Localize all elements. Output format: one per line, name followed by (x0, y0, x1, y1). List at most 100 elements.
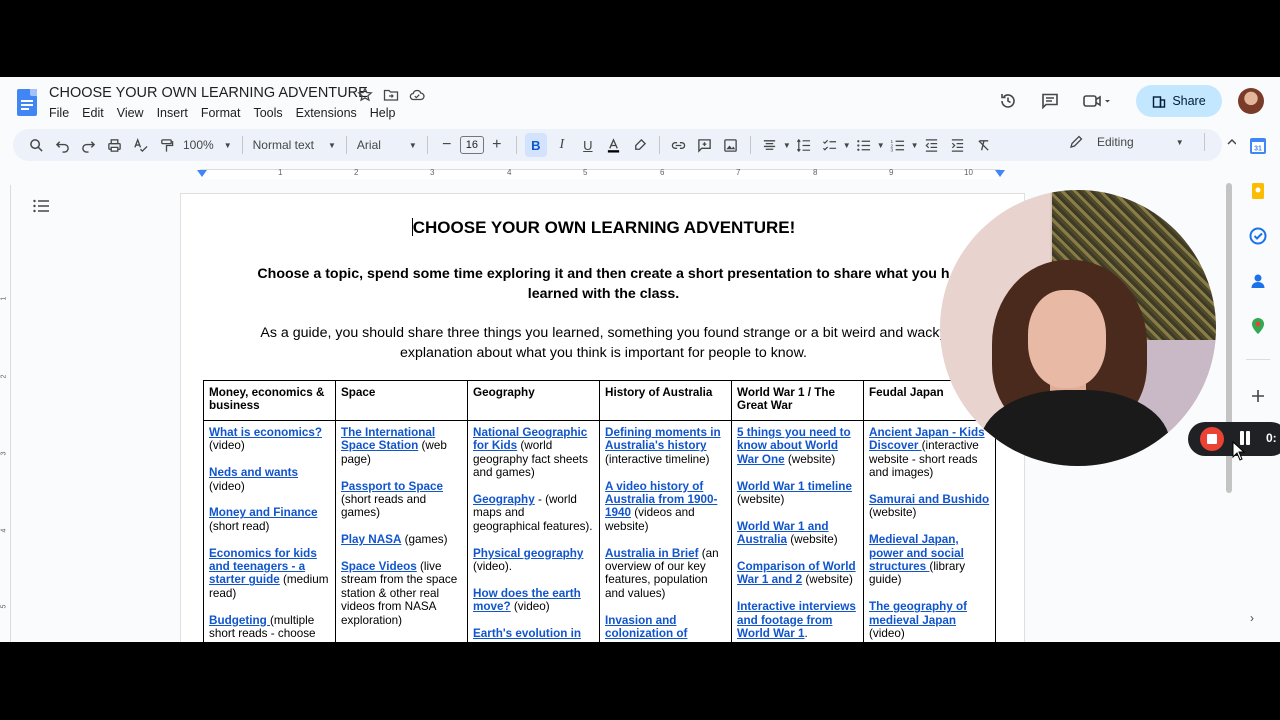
editing-mode-select[interactable]: Editing ▼ (1069, 133, 1239, 151)
stop-recording-button[interactable] (1200, 427, 1224, 451)
resource-link[interactable]: Neds and wants (209, 466, 298, 479)
bulleted-list-icon[interactable] (853, 133, 875, 157)
cloud-saved-icon[interactable] (409, 87, 425, 103)
meet-icon[interactable] (1082, 91, 1112, 111)
avatar[interactable] (1238, 88, 1264, 114)
horizontal-ruler[interactable]: 1 2 3 4 5 6 7 8 9 10 (180, 168, 1025, 179)
insert-link-icon[interactable] (668, 133, 690, 157)
line-spacing-icon[interactable] (793, 133, 815, 157)
font-select[interactable]: Arial ▼ (353, 138, 421, 152)
table-cell-money[interactable]: What is economics? (video) Neds and want… (203, 420, 336, 642)
chevron-down-icon[interactable]: ▼ (911, 141, 919, 150)
resource-link[interactable]: Money and Finance (209, 506, 317, 519)
search-menus-icon[interactable] (25, 133, 47, 157)
insert-image-icon[interactable] (720, 133, 742, 157)
comments-icon[interactable] (1040, 91, 1060, 111)
intro-bold-paragraph[interactable]: Choose a topic, spend some time explorin… (211, 264, 996, 304)
menu-edit[interactable]: Edit (82, 106, 104, 120)
numbered-list-icon[interactable]: 123 (887, 133, 909, 157)
menu-tools[interactable]: Tools (253, 106, 282, 120)
intro-paragraph[interactable]: As a guide, you should share three thing… (211, 323, 996, 363)
chevron-down-icon[interactable]: ▼ (783, 141, 791, 150)
zoom-select[interactable]: 100% ▼ (179, 138, 236, 152)
table-cell-japan[interactable]: Ancient Japan - Kids Discover (interacti… (863, 420, 996, 642)
underline-button[interactable]: U (577, 133, 599, 157)
maps-icon[interactable] (1249, 317, 1267, 335)
title-icons (357, 86, 425, 103)
menu-help[interactable]: Help (370, 106, 396, 120)
table-header[interactable]: Geography (467, 380, 600, 421)
docs-logo-icon[interactable] (17, 89, 37, 116)
decrease-indent-icon[interactable] (921, 133, 943, 157)
right-indent-marker-icon[interactable] (995, 170, 1005, 178)
resource-link[interactable]: Budgeting (209, 614, 270, 627)
calendar-icon[interactable]: 31 (1249, 137, 1267, 155)
undo-icon[interactable] (51, 133, 73, 157)
share-button[interactable]: Share (1136, 85, 1222, 117)
topics-table[interactable]: Money, economics & business Space Geogra… (203, 380, 996, 642)
bold-button[interactable]: B (524, 133, 547, 157)
table-cell-history[interactable]: Defining moments in Australia's history … (599, 420, 732, 642)
star-icon[interactable] (357, 86, 373, 103)
keep-icon[interactable] (1249, 182, 1267, 200)
resource-link[interactable]: Interactive interviews and footage from … (737, 600, 856, 640)
resource-link[interactable]: Geography (473, 493, 535, 506)
document-title[interactable]: CHOOSE YOUR OWN LEARNING ADVENTURE (49, 85, 368, 101)
resource-link[interactable]: The geography of medieval Japan (869, 600, 967, 626)
document-outline-icon[interactable] (33, 199, 49, 213)
resource-link[interactable]: Defining moments in Australia's history (605, 426, 721, 452)
resource-link[interactable]: World War 1 timeline (737, 480, 852, 493)
resource-link[interactable]: Play NASA (341, 533, 401, 546)
menu-file[interactable]: File (49, 106, 69, 120)
table-cell-geography[interactable]: National Geographic for Kids (world geog… (467, 420, 600, 642)
menu-view[interactable]: View (117, 106, 144, 120)
resource-link[interactable]: Space Videos (341, 560, 417, 573)
paint-format-icon[interactable] (155, 133, 177, 157)
table-header[interactable]: World War 1 / The Great War (731, 380, 864, 421)
resource-link[interactable]: What is economics? (209, 426, 322, 439)
tasks-icon[interactable] (1249, 227, 1267, 245)
font-size-input[interactable]: 16 (459, 136, 484, 154)
page-title[interactable]: CHOOSE YOUR OWN LEARNING ADVENTURE! (181, 218, 1026, 238)
version-history-icon[interactable] (998, 91, 1018, 111)
table-header[interactable]: Money, economics & business (203, 380, 336, 421)
increase-font-size-icon[interactable]: + (486, 133, 508, 157)
resource-link[interactable]: Invasion and colonization of (605, 614, 687, 640)
add-addon-icon[interactable] (1249, 387, 1267, 405)
webcam-bubble[interactable] (940, 190, 1216, 466)
table-cell-space[interactable]: The International Space Station (web pag… (335, 420, 468, 642)
table-header[interactable]: History of Australia (599, 380, 732, 421)
add-comment-icon[interactable] (694, 133, 716, 157)
resource-link[interactable]: Passport to Space (341, 480, 443, 493)
checklist-icon[interactable] (819, 133, 841, 157)
decrease-font-size-icon[interactable]: − (436, 133, 458, 157)
chevron-down-icon[interactable]: ▼ (877, 141, 885, 150)
contacts-icon[interactable] (1249, 272, 1267, 290)
document-page[interactable]: CHOOSE YOUR OWN LEARNING ADVENTURE! Choo… (180, 193, 1025, 642)
left-indent-marker-icon[interactable] (197, 170, 207, 178)
table-cell-ww1[interactable]: 5 things you need to know about World Wa… (731, 420, 864, 642)
resource-link[interactable]: Samurai and Bushido (869, 493, 989, 506)
resource-link[interactable]: Physical geography (473, 547, 583, 560)
text-color-icon[interactable] (603, 133, 625, 157)
chevron-down-icon[interactable]: ▼ (843, 141, 851, 150)
chevron-right-icon[interactable]: › (1250, 611, 1254, 625)
move-folder-icon[interactable] (383, 87, 399, 103)
resource-link[interactable]: Earth's evolution in (473, 627, 581, 640)
table-header[interactable]: Space (335, 380, 468, 421)
align-icon[interactable] (759, 133, 781, 157)
redo-icon[interactable] (77, 133, 99, 157)
resource-link[interactable]: Australia in Brief (605, 547, 699, 560)
resource-note: (video) (209, 439, 245, 453)
increase-indent-icon[interactable] (947, 133, 969, 157)
italic-button[interactable]: I (551, 133, 573, 157)
highlight-icon[interactable] (629, 133, 651, 157)
clear-formatting-icon[interactable] (973, 133, 995, 157)
spellcheck-icon[interactable] (129, 133, 151, 157)
menu-insert[interactable]: Insert (157, 106, 188, 120)
menu-extensions[interactable]: Extensions (296, 106, 357, 120)
menu-format[interactable]: Format (201, 106, 241, 120)
style-select[interactable]: Normal text ▼ (249, 138, 340, 152)
vertical-ruler[interactable]: 1 2 3 4 5 (0, 185, 11, 642)
print-icon[interactable] (103, 133, 125, 157)
